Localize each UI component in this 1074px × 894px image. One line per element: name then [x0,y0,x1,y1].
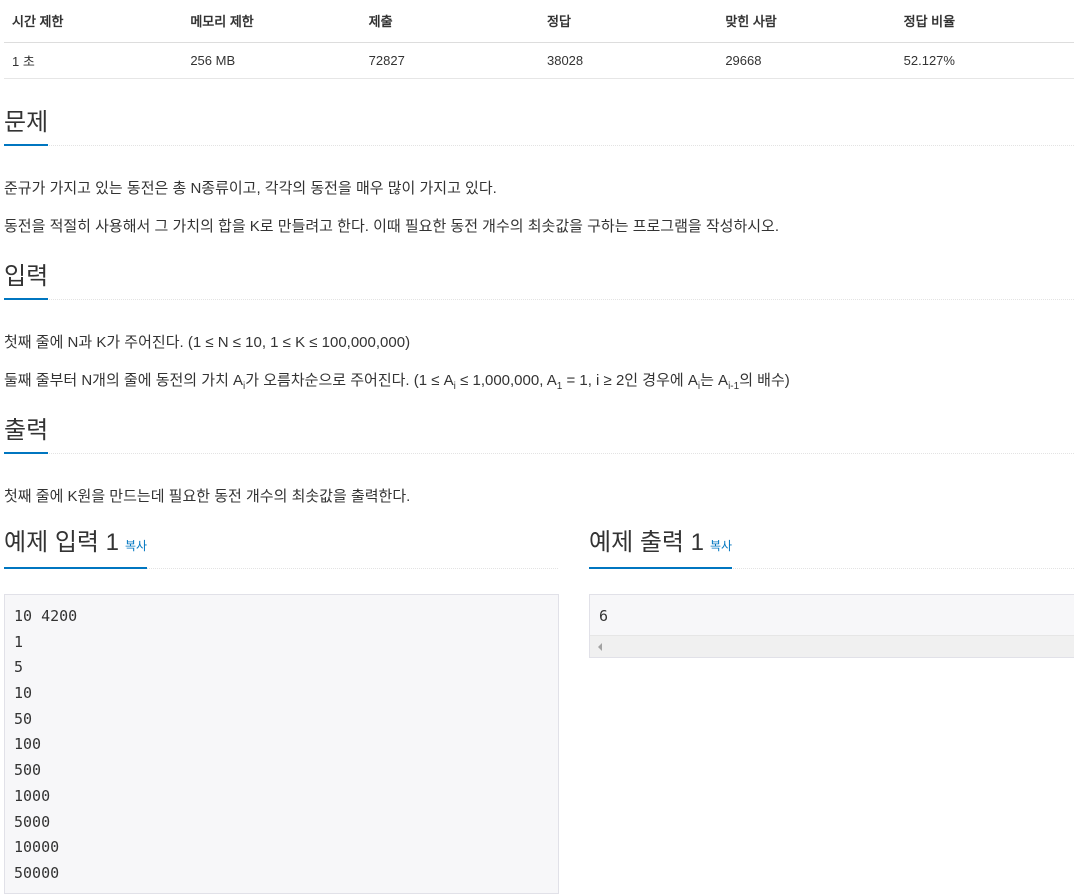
problem-info-table: 시간 제한 메모리 제한 제출 정답 맞힌 사람 정답 비율 1 초 256 M… [4,0,1074,79]
sample-input-header: 예제 입력 1 복사 [4,529,558,569]
sample-input-line: 500 [14,761,42,780]
scroll-left-arrow-icon[interactable] [598,643,602,651]
sample-input-line: 50 [14,709,33,728]
sample-output-line: 6 [599,607,609,625]
problem-description-2: 동전을 적절히 사용해서 그 가치의 합을 K로 만들려고 한다. 이때 필요한… [4,218,780,235]
problem-description-1: 준규가 가지고 있는 동전은 총 N종류이고, 각각의 동전을 매우 많이 가지… [4,180,497,197]
header-memory-limit: 메모리 제한 [182,0,361,43]
output-title: 출력 [4,416,49,454]
sample-input-line: 100 [14,735,42,754]
sample-input-line: 1000 [14,786,51,805]
sample-input-box[interactable]: 10 4200 1 5 10 50 100 500 1000 5000 1000… [4,594,559,894]
input-section-header: 입력 [4,260,1074,300]
header-submissions: 제출 [360,0,539,43]
ratio-value: 52.127% [895,42,1074,79]
sample-output-title: 예제 출력 1 [589,529,705,556]
problem-section-header: 문제 [4,106,1074,146]
sample-input-title: 예제 입력 1 [4,529,120,556]
header-solvers: 맞힌 사람 [717,0,896,43]
sample-input-line: 5000 [14,812,51,831]
input-description-2: 둘째 줄부터 N개의 줄에 동전의 가치 Ai가 오름차순으로 주어진다. (1… [4,372,790,392]
problem-title: 문제 [4,108,49,146]
header-time-limit: 시간 제한 [4,0,183,43]
submissions-value: 72827 [360,42,539,79]
header-ratio: 정답 비율 [895,0,1074,43]
solvers-value: 29668 [717,42,896,79]
input-title: 입력 [4,262,49,300]
sample-input-line: 50000 [14,863,60,882]
time-limit-value: 1 초 [4,42,183,79]
header-accepted: 정답 [538,0,718,43]
memory-limit-value: 256 MB [182,42,361,79]
sample-output-copy-button[interactable]: 복사 [710,539,732,553]
sample-input-line: 5 [14,658,24,677]
sample-input-line: 10 [14,684,33,703]
sample-input-line: 1 [14,632,24,651]
output-section-header: 출력 [4,414,1074,454]
accepted-value: 38028 [538,42,718,79]
sample-input-line: 10000 [14,838,60,857]
table-row: 1 초 256 MB 72827 38028 29668 52.127% [4,42,1074,79]
sample-input-copy-button[interactable]: 복사 [125,539,147,553]
table-header-row: 시간 제한 메모리 제한 제출 정답 맞힌 사람 정답 비율 [4,0,1074,43]
input-description-1: 첫째 줄에 N과 K가 주어진다. (1 ≤ N ≤ 10, 1 ≤ K ≤ 1… [4,334,411,351]
sample-output-box[interactable]: 6 [589,594,1074,658]
horizontal-scrollbar[interactable] [590,635,1074,657]
output-description: 첫째 줄에 K원을 만드는데 필요한 동전 개수의 최솟값을 출력한다. [4,488,411,505]
sample-input-line: 10 4200 [14,607,78,625]
sample-output-header: 예제 출력 1 복사 [589,529,1074,569]
